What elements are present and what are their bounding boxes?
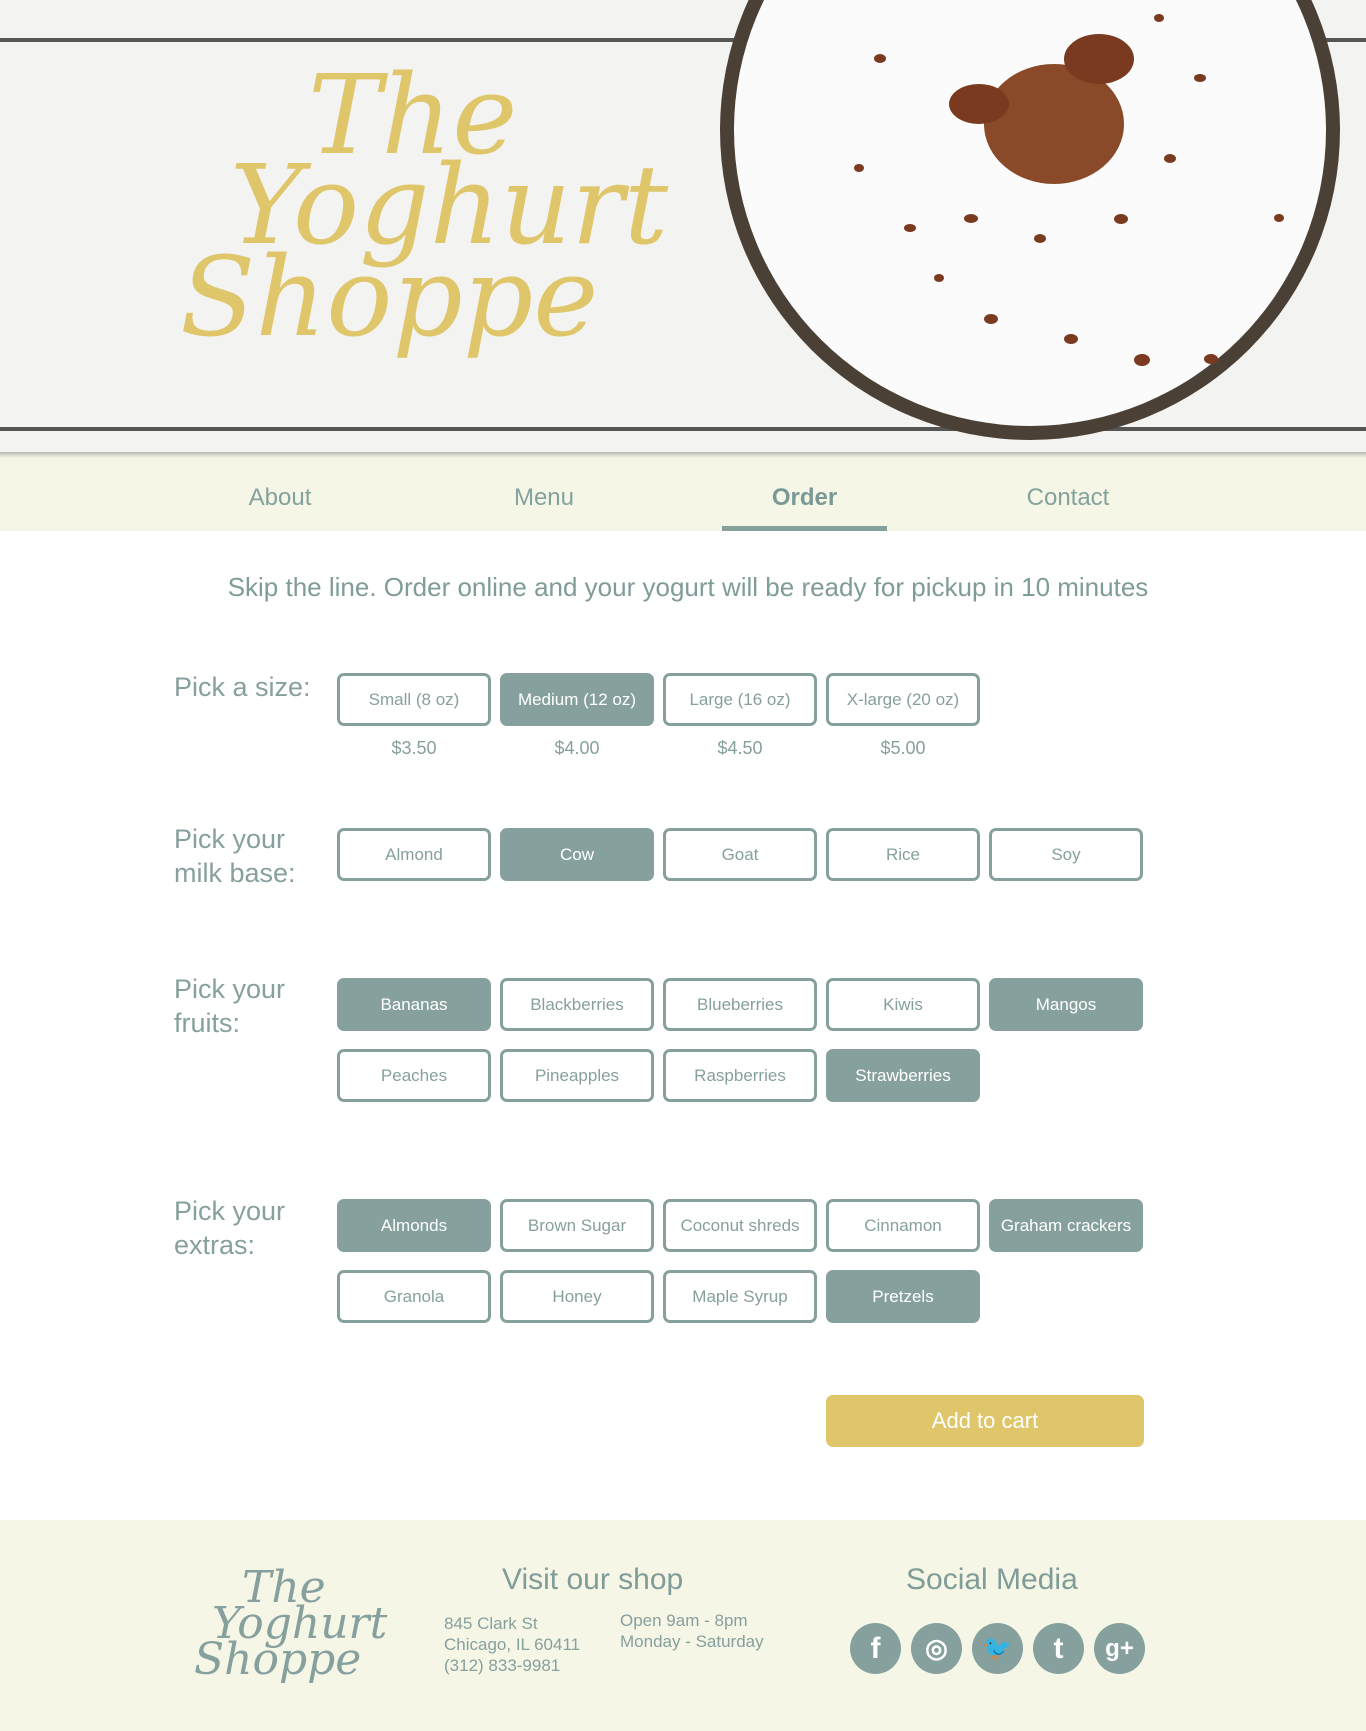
address-line: 845 Clark St: [444, 1614, 538, 1633]
extra-option[interactable]: Honey: [500, 1270, 654, 1323]
twitter-icon[interactable]: 🐦: [972, 1623, 1023, 1674]
instagram-icon[interactable]: ◎: [911, 1623, 962, 1674]
size-price: $3.50: [391, 738, 437, 758]
nav-order[interactable]: Order: [722, 458, 887, 531]
fruits-label-line: fruits:: [174, 1008, 241, 1038]
yogurt-surface: [734, 0, 1326, 426]
phone-number: (312) 833-9981: [444, 1656, 561, 1675]
extra-option[interactable]: Almonds: [337, 1199, 491, 1252]
nav-contact[interactable]: Contact: [988, 458, 1148, 531]
extra-option[interactable]: Graham crackers: [989, 1199, 1143, 1252]
fruit-option[interactable]: Raspberries: [663, 1049, 817, 1102]
footer-logo-line: Shoppe: [194, 1634, 362, 1685]
social-heading: Social Media: [906, 1563, 1078, 1596]
fruit-option[interactable]: Kiwis: [826, 978, 980, 1031]
visit-heading: Visit our shop: [502, 1563, 684, 1596]
milk-option[interactable]: Cow: [500, 828, 654, 881]
facebook-icon[interactable]: f: [850, 1623, 901, 1674]
size-price: $4.50: [717, 738, 763, 758]
extra-option[interactable]: Maple Syrup: [663, 1270, 817, 1323]
fruit-option[interactable]: Strawberries: [826, 1049, 980, 1102]
fruits-label-line: Pick your: [174, 974, 286, 1004]
address-line: Chicago, IL 60411: [444, 1635, 581, 1654]
milk-label-line: Pick your: [174, 824, 286, 854]
brand-line: Shoppe: [180, 233, 599, 361]
milk-label-line: milk base:: [174, 858, 296, 888]
extra-option[interactable]: Coconut shreds: [663, 1199, 817, 1252]
extras-label: Pick your extras:: [174, 1194, 285, 1262]
extra-option[interactable]: Pretzels: [826, 1270, 980, 1323]
fruit-option[interactable]: Bananas: [337, 978, 491, 1031]
milk-label: Pick your milk base:: [174, 822, 296, 890]
size-option[interactable]: Medium (12 oz): [500, 673, 654, 726]
size-option[interactable]: X-large (20 oz): [826, 673, 980, 726]
size-price: $5.00: [880, 738, 926, 758]
add-to-cart-button[interactable]: Add to cart: [826, 1395, 1144, 1447]
nav-about[interactable]: About: [200, 458, 360, 531]
extra-option[interactable]: Cinnamon: [826, 1199, 980, 1252]
hours-line: Open 9am - 8pm: [620, 1611, 748, 1630]
fruit-option[interactable]: Pineapples: [500, 1049, 654, 1102]
fruit-option[interactable]: Mangos: [989, 978, 1143, 1031]
yogurt-bowl-image: [720, 0, 1340, 440]
size-option[interactable]: Small (8 oz): [337, 673, 491, 726]
intro-text: Skip the line. Order online and your yog…: [227, 572, 1149, 602]
nav-menu[interactable]: Menu: [464, 458, 624, 531]
footer-logo: The Yoghurt Shoppe: [190, 1562, 410, 1692]
fruit-option[interactable]: Blueberries: [663, 978, 817, 1031]
extra-option[interactable]: Granola: [337, 1270, 491, 1323]
fruit-option[interactable]: Peaches: [337, 1049, 491, 1102]
hero-banner: The Yoghurt Shoppe: [0, 0, 1366, 456]
hours-block: Open 9am - 8pm Monday - Saturday: [620, 1610, 764, 1652]
plank-line: [0, 427, 1366, 431]
size-price: $4.00: [554, 738, 600, 758]
milk-option[interactable]: Goat: [663, 828, 817, 881]
main-nav: About Menu Order Contact: [0, 458, 1366, 531]
milk-option[interactable]: Rice: [826, 828, 980, 881]
extra-option[interactable]: Brown Sugar: [500, 1199, 654, 1252]
extras-label-line: extras:: [174, 1230, 256, 1260]
fruit-option[interactable]: Blackberries: [500, 978, 654, 1031]
size-option[interactable]: Large (16 oz): [663, 673, 817, 726]
milk-option[interactable]: Soy: [989, 828, 1143, 881]
tumblr-icon[interactable]: t: [1033, 1623, 1084, 1674]
nav-active-indicator: [722, 526, 887, 531]
extras-label-line: Pick your: [174, 1196, 286, 1226]
fruits-label: Pick your fruits:: [174, 972, 285, 1040]
google-plus-icon[interactable]: g+: [1094, 1623, 1145, 1674]
milk-option[interactable]: Almond: [337, 828, 491, 881]
hours-line: Monday - Saturday: [620, 1632, 764, 1651]
address-block: 845 Clark St Chicago, IL 60411 (312) 833…: [444, 1613, 580, 1676]
size-label: Pick a size:: [174, 672, 311, 702]
